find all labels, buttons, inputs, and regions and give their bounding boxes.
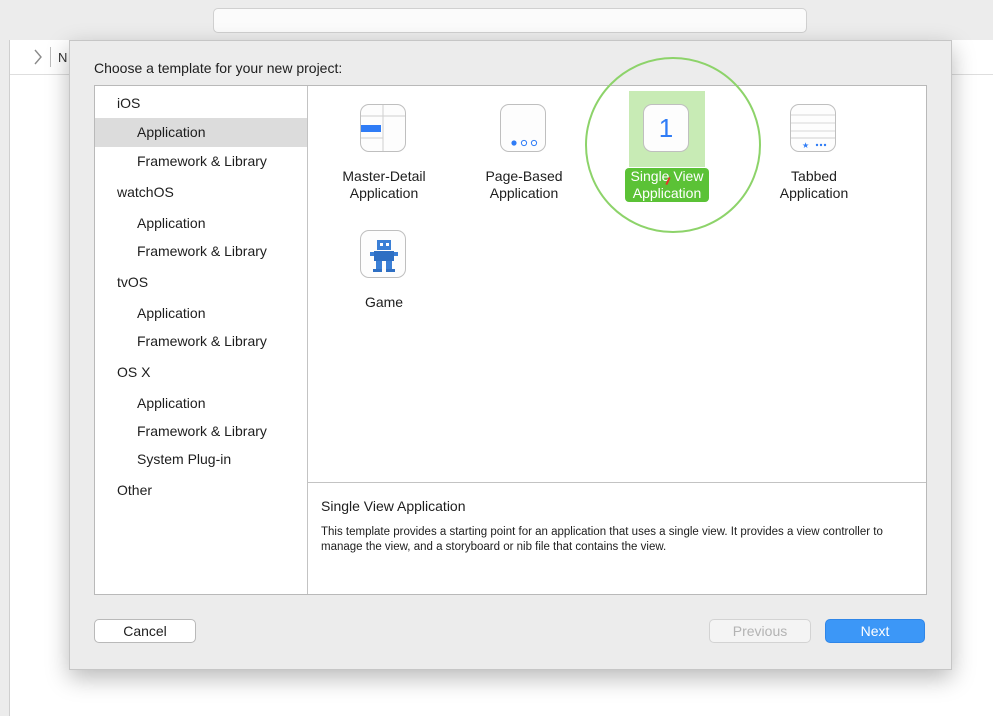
chevron-right-icon[interactable] [32,48,44,66]
sidebar-item-tvos[interactable]: tvOS [95,268,307,297]
svg-text:★: ★ [802,141,809,150]
template-panel: iOS Application Framework & Library watc… [94,85,927,595]
sidebar-item-ios[interactable]: iOS [95,89,307,118]
sidebar-item-watchos[interactable]: watchOS [95,178,307,207]
template-chooser-sheet: Choose a template for your new project: … [69,40,952,670]
sidebar-item-tvos-application[interactable]: Application [95,299,307,328]
platform-sidebar: iOS Application Framework & Library watc… [95,86,308,594]
previous-button[interactable]: Previous [709,619,811,643]
sidebar-item-osx[interactable]: OS X [95,358,307,387]
activity-field [213,8,807,33]
template-name: Game [364,294,404,310]
template-name-line2: Application [779,185,849,201]
template-name-line2: Application [489,185,559,201]
template-name-line2: Application [349,185,419,201]
template-tabbed[interactable]: ★ Tabbed Application [752,104,876,202]
divider [50,47,51,67]
sheet-title: Choose a template for your new project: [94,60,343,76]
description-title: Single View Application [321,498,466,514]
template-name: Master-Detail [342,168,426,184]
game-icon [360,230,406,278]
next-button[interactable]: Next [825,619,925,643]
master-detail-icon [360,104,406,152]
sidebar-item-osx-application[interactable]: Application [95,389,307,418]
sidebar-item-ios-application[interactable]: Application [95,118,307,147]
template-name: Tabbed [791,168,837,184]
breadcrumb[interactable]: N [58,50,67,65]
page-based-icon [500,104,546,152]
template-game[interactable]: Game [322,230,446,311]
sidebar-item-watchos-application[interactable]: Application [95,209,307,238]
tabbed-icon: ★ [790,104,836,152]
background-sidebar-edge [0,40,10,716]
sidebar-item-watchos-framework-library[interactable]: Framework & Library [95,237,307,266]
sidebar-item-tvos-framework-library[interactable]: Framework & Library [95,327,307,356]
sidebar-item-osx-framework-library[interactable]: Framework & Library [95,417,307,446]
sidebar-item-ios-framework-library[interactable]: Framework & Library [95,147,307,176]
sidebar-item-other[interactable]: Other [95,476,307,505]
description-text: This template provides a starting point … [321,526,883,553]
template-page-based[interactable]: Page-Based Application [462,104,586,202]
template-name: Page-Based [485,168,563,184]
cancel-button[interactable]: Cancel [94,619,196,643]
template-description: Single View Application This template pr… [308,482,926,595]
sidebar-item-osx-system-plugin[interactable]: System Plug-in [95,445,307,474]
annotation-circle [585,57,761,233]
template-master-detail[interactable]: Master-Detail Application [322,104,446,202]
